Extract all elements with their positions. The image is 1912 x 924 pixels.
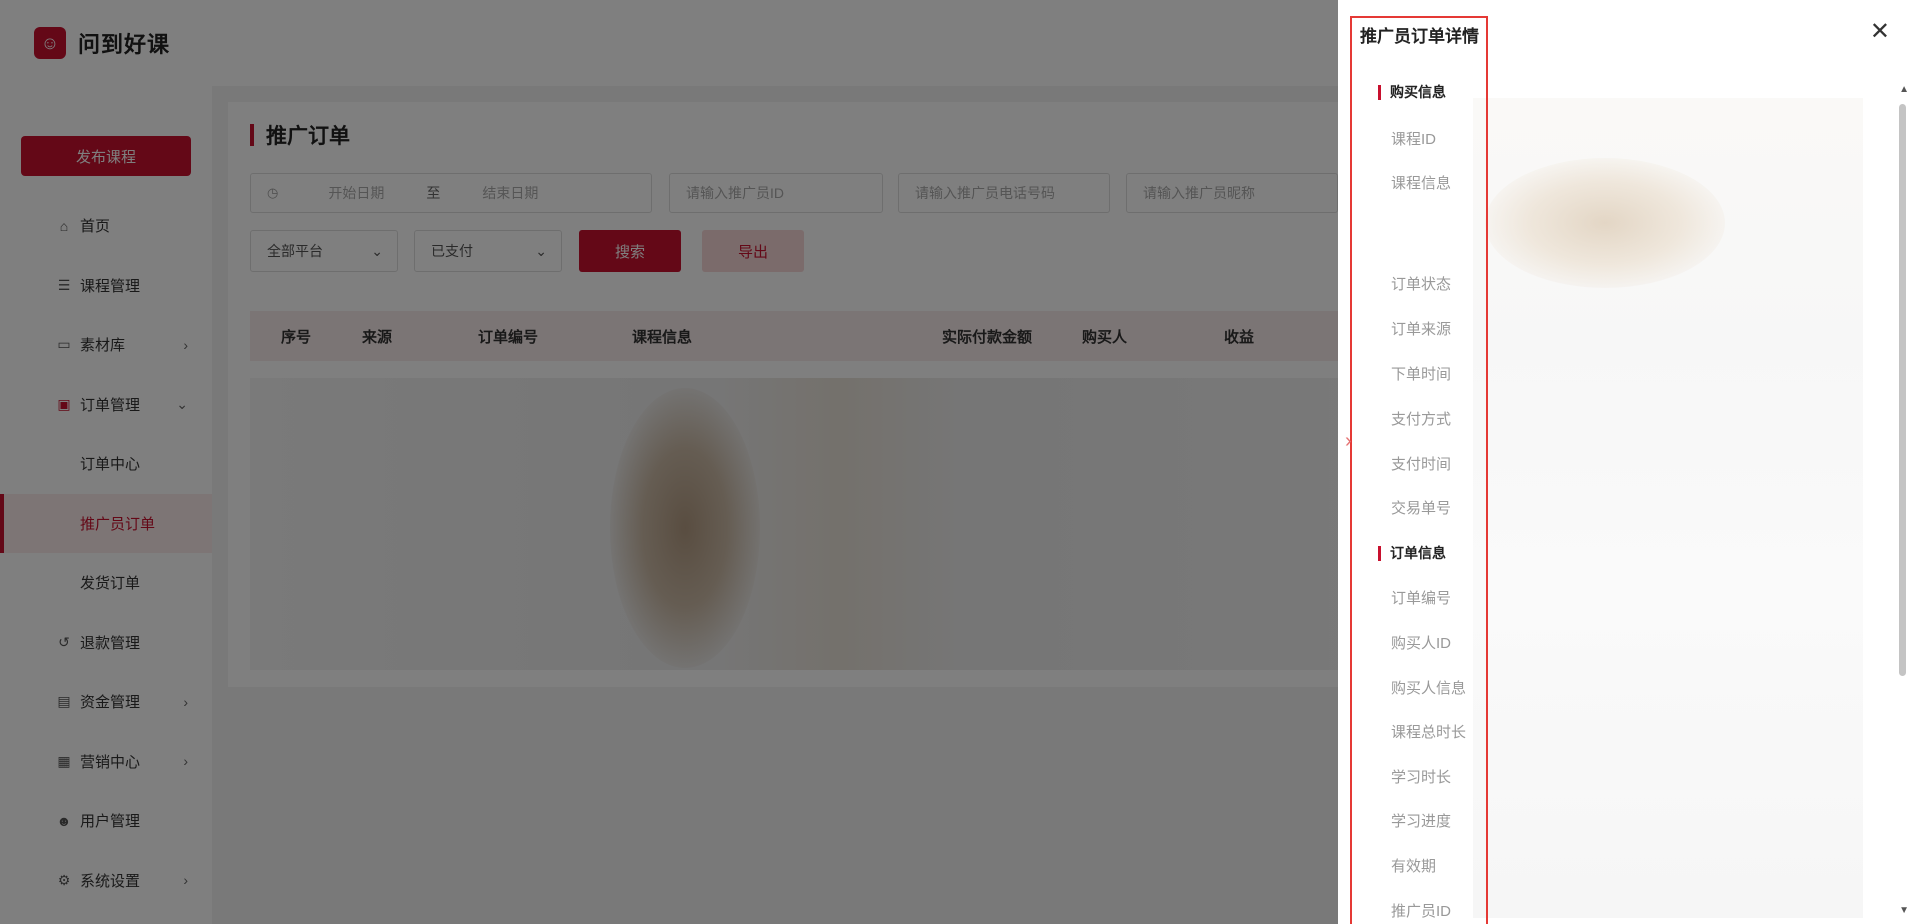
blurred-course-cover [1485, 158, 1725, 288]
drawer-scrollbar[interactable] [1899, 104, 1906, 676]
close-icon[interactable]: ✕ [1870, 20, 1890, 44]
modal-overlay[interactable] [0, 0, 1338, 924]
order-detail-drawer: 推广员订单详情 ✕ 购买信息 课程ID 课程信息 订单状态 订单来源 下单时间 … [1338, 0, 1912, 924]
scroll-up-arrow-icon[interactable]: ▲ [1899, 84, 1909, 95]
chevron-right-icon: › [1345, 430, 1352, 452]
highlight-annotation-box [1350, 16, 1488, 924]
scroll-down-arrow-icon[interactable]: ▼ [1899, 905, 1909, 916]
drawer-values-blurred [1473, 98, 1863, 918]
